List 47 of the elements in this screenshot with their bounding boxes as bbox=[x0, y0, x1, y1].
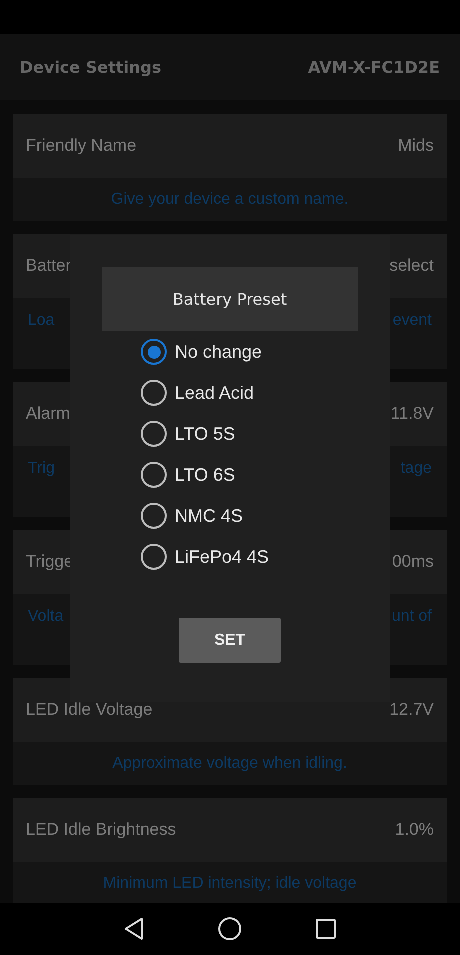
home-icon[interactable] bbox=[218, 917, 242, 941]
setting-label: Friendly Name bbox=[26, 136, 137, 156]
option-label: LTO 6S bbox=[175, 464, 236, 486]
option-label: LTO 5S bbox=[175, 424, 236, 444]
setting-value: 00ms bbox=[392, 552, 434, 572]
device-id: AVM-X-FC1D2E bbox=[308, 58, 440, 76]
setting-row[interactable]: LED Idle Brightness 1.0% bbox=[13, 798, 447, 862]
setting-row[interactable]: Friendly Name Mids bbox=[13, 114, 447, 178]
setting-value: 1.0% bbox=[395, 820, 434, 840]
setting-value: 11.8V bbox=[390, 404, 434, 424]
setting-description: event bbox=[392, 312, 432, 330]
setting-description: Trig bbox=[28, 460, 55, 478]
setting-value: Mids bbox=[398, 136, 434, 156]
setting-description: Approximate voltage when idling. bbox=[112, 755, 348, 773]
preset-option[interactable]: LiFePo4 4S bbox=[141, 544, 270, 570]
radio-button[interactable] bbox=[141, 544, 167, 570]
preset-option[interactable]: No change bbox=[141, 339, 270, 365]
set-button[interactable]: SET bbox=[179, 618, 281, 663]
setting-value: select bbox=[390, 256, 434, 276]
setting-label: LED Idle Voltage bbox=[26, 700, 153, 720]
setting-description: Minimum LED intensity; idle voltage bbox=[103, 875, 357, 893]
radio-button[interactable] bbox=[141, 462, 167, 488]
page-title: Device Settings bbox=[20, 58, 162, 76]
option-label: No change bbox=[175, 342, 262, 362]
preset-option[interactable]: LTO 6S bbox=[141, 462, 270, 488]
option-label: Lead Acid bbox=[175, 382, 254, 404]
back-icon[interactable] bbox=[124, 917, 144, 941]
setting-label: Batter bbox=[26, 256, 72, 276]
radio-button[interactable] bbox=[141, 339, 167, 365]
setting-description: Give your device a custom name. bbox=[111, 191, 349, 209]
radio-button[interactable] bbox=[141, 380, 167, 406]
setting-description: Loa bbox=[28, 312, 55, 330]
setting-label: LED Idle Brightness bbox=[26, 820, 176, 840]
setting-value: 12.7V bbox=[390, 700, 434, 720]
setting-label: Alarm bbox=[26, 404, 70, 424]
setting-description: Volta bbox=[28, 608, 64, 626]
option-label: LiFePo4 4S bbox=[175, 546, 270, 568]
setting-description: unt of bbox=[392, 608, 432, 626]
radio-button[interactable] bbox=[141, 503, 167, 529]
recents-icon[interactable] bbox=[316, 919, 336, 939]
dialog-title: Battery Preset bbox=[102, 267, 358, 331]
option-label: NMC 4S bbox=[175, 506, 244, 526]
setting-description: tage bbox=[400, 460, 432, 478]
preset-option[interactable]: Lead Acid bbox=[141, 380, 270, 406]
preset-option[interactable]: NMC 4S bbox=[141, 503, 270, 529]
radio-button[interactable] bbox=[141, 421, 167, 447]
preset-option[interactable]: LTO 5S bbox=[141, 421, 270, 447]
